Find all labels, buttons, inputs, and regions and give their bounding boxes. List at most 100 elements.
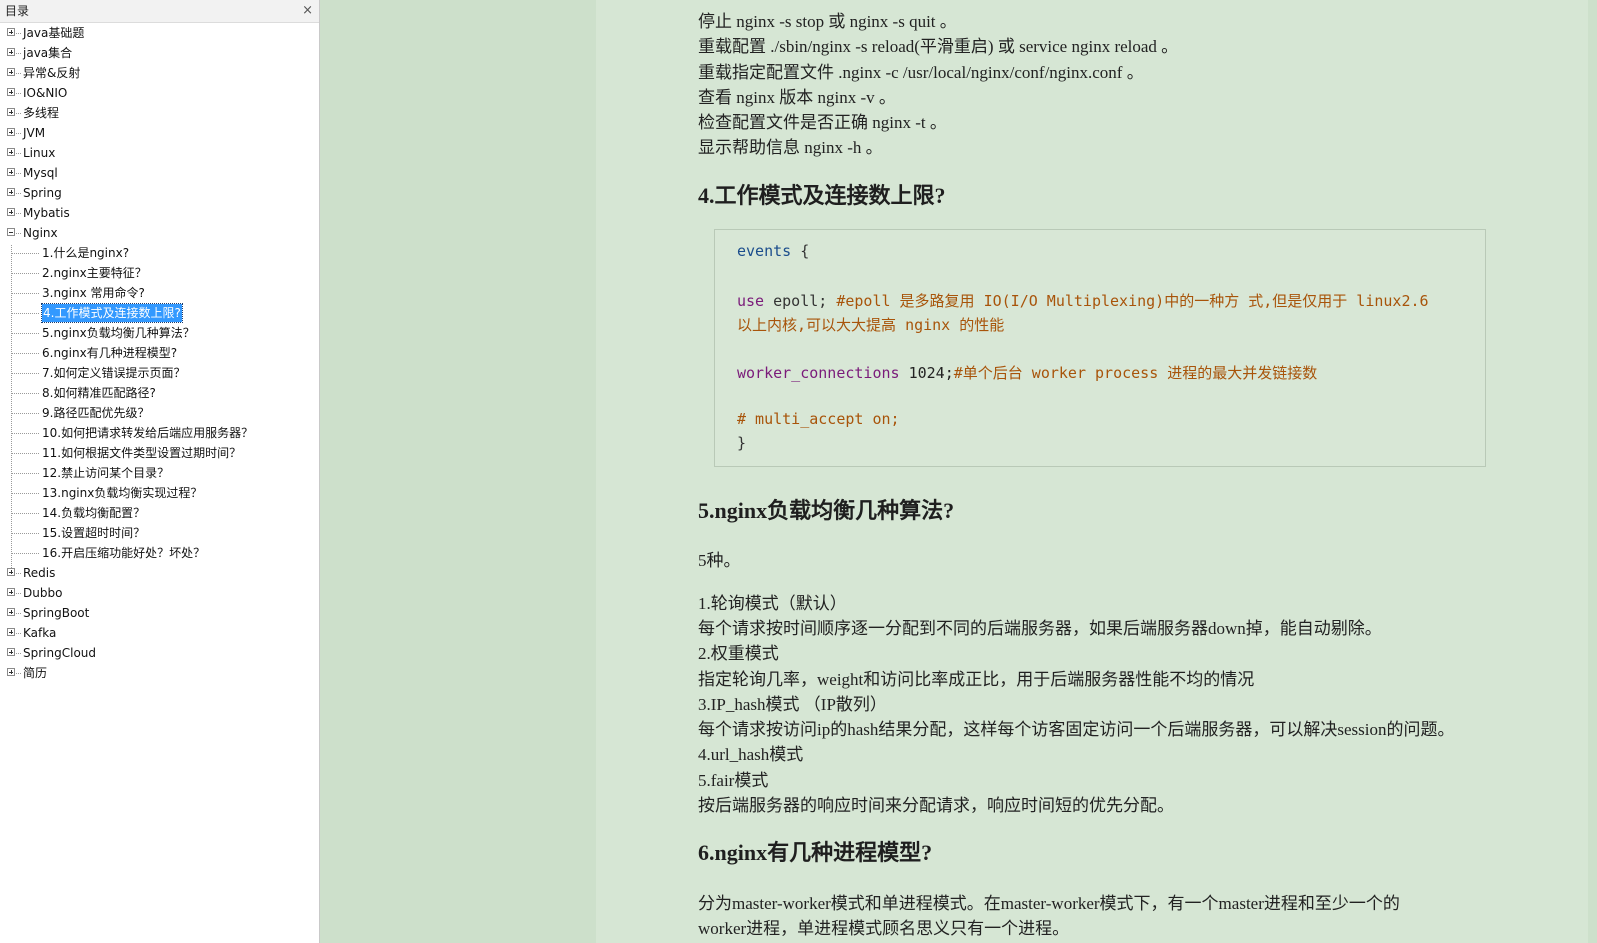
collapse-icon[interactable] xyxy=(7,228,15,236)
toc-item-label: Dubbo xyxy=(23,586,63,600)
toc-subitem-label: 7.如何定义错误提示页面？ xyxy=(42,366,186,380)
toc-subitem[interactable]: 12.禁止访问某个目录？ xyxy=(0,463,319,483)
toc-item-label: JVM xyxy=(23,126,46,140)
toc-subitem[interactable]: 5.nginx负载均衡几种算法？ xyxy=(0,323,319,343)
algorithm-line: 3.IP_hash模式 （IP散列） xyxy=(698,695,887,714)
toc-subitem[interactable]: 8.如何精准匹配路径? xyxy=(0,383,319,403)
algorithm-line: 每个请求按访问ip的hash结果分配，这样每个访客固定访问一个后端服务器，可以解… xyxy=(698,720,1455,739)
toc-item-nginx[interactable]: Nginx xyxy=(0,223,319,243)
toc-item-label: Kafka xyxy=(23,626,57,640)
toc-subitem[interactable]: 6.nginx有几种进程模型? xyxy=(0,343,319,363)
toc-subitem-label: 9.路径匹配优先级？ xyxy=(42,406,150,420)
expand-icon[interactable] xyxy=(7,668,15,676)
toc-subitem[interactable]: 13.nginx负载均衡实现过程？ xyxy=(0,483,319,503)
expand-icon[interactable] xyxy=(7,168,15,176)
toc-subitem-label: 13.nginx负载均衡实现过程？ xyxy=(42,486,203,500)
toc-subitem[interactable]: 11.如何根据文件类型设置过期时间？ xyxy=(0,443,319,463)
toc-item-exceptions[interactable]: 异常&反射 xyxy=(0,63,319,83)
command-line: 查看 nginx 版本 nginx -v 。 xyxy=(698,88,896,107)
toc-tree: Java基础题 java集合 异常&反射 IO&NIO 多线程 JVM Linu… xyxy=(0,23,319,683)
toc-subitem-label: 5.nginx负载均衡几种算法？ xyxy=(42,326,195,340)
toc-item-mybatis[interactable]: Mybatis xyxy=(0,203,319,223)
toc-header: 目录 × xyxy=(0,0,319,23)
code-line: worker_connections 1024;#单个后台 worker pro… xyxy=(737,362,1317,383)
algorithm-line: 按后端服务器的响应时间来分配请求，响应时间短的优先分配。 xyxy=(698,796,1174,815)
code-line: 以上内核,可以大大提高 nginx 的性能 xyxy=(737,314,1004,335)
process-text: worker进程，单进程模式顾名思义只有一个进程。 xyxy=(698,919,1070,938)
toc-item-dubbo[interactable]: Dubbo xyxy=(0,583,319,603)
toc-item-jvm[interactable]: JVM xyxy=(0,123,319,143)
algorithm-line: 5.fair模式 xyxy=(698,771,769,790)
toc-subitem[interactable]: 10.如何把请求转发给后端应用服务器？ xyxy=(0,423,319,443)
toc-subitem[interactable]: 3.nginx 常用命令? xyxy=(0,283,319,303)
expand-icon[interactable] xyxy=(7,628,15,636)
section-heading-5: 5.nginx负载均衡几种算法? xyxy=(698,498,955,523)
toc-item-label: Mybatis xyxy=(23,206,70,220)
command-line: 重载配置 ./sbin/nginx -s reload(平滑重启) 或 serv… xyxy=(698,37,1179,56)
toc-item-io-nio[interactable]: IO&NIO xyxy=(0,83,319,103)
code-text: { xyxy=(791,242,810,260)
expand-icon[interactable] xyxy=(7,88,15,96)
toc-subitem-label: 15.设置超时时间？ xyxy=(42,526,146,540)
code-line: events { xyxy=(737,242,809,260)
toc-subitem[interactable]: 15.设置超时时间？ xyxy=(0,523,319,543)
toc-item-kafka[interactable]: Kafka xyxy=(0,623,319,643)
toc-item-springcloud[interactable]: SpringCloud xyxy=(0,643,319,663)
toc-title: 目录 xyxy=(5,4,30,18)
close-icon[interactable]: × xyxy=(302,0,313,22)
expand-icon[interactable] xyxy=(7,568,15,576)
toc-subitem-selected[interactable]: 4.工作模式及连接数上限? xyxy=(0,303,319,323)
toc-subitem-label: 14.负载均衡配置？ xyxy=(42,506,146,520)
code-comment: # multi_accept on; xyxy=(737,410,900,428)
code-block[interactable]: events { use epoll; #epoll 是多路复用 IO(I/O … xyxy=(714,229,1486,467)
toc-subitem[interactable]: 14.负载均衡配置？ xyxy=(0,503,319,523)
expand-icon[interactable] xyxy=(7,208,15,216)
toc-subitem-label: 10.如何把请求转发给后端应用服务器？ xyxy=(42,426,254,440)
toc-subitem-label: 16.开启压缩功能好处？坏处？ xyxy=(42,546,206,560)
expand-icon[interactable] xyxy=(7,608,15,616)
code-comment: #单个后台 worker process 进程的最大并发链接数 xyxy=(953,364,1318,382)
expand-icon[interactable] xyxy=(7,588,15,596)
toc-item-redis[interactable]: Redis xyxy=(0,563,319,583)
algorithm-count: 5种。 xyxy=(698,551,741,570)
algorithm-line: 每个请求按时间顺序逐一分配到不同的后端服务器，如果后端服务器down掉，能自动剔… xyxy=(698,619,1382,638)
toc-item-java-basics[interactable]: Java基础题 xyxy=(0,23,319,43)
toc-item-label: Spring xyxy=(23,186,62,200)
expand-icon[interactable] xyxy=(7,148,15,156)
toc-item-label: Nginx xyxy=(23,226,58,240)
toc-subitem[interactable]: 7.如何定义错误提示页面？ xyxy=(0,363,319,383)
command-line: 重载指定配置文件 .nginx -c /usr/local/nginx/conf… xyxy=(698,63,1144,82)
section-heading-4: 4.工作模式及连接数上限? xyxy=(698,183,946,208)
toc-subitem-label: 8.如何精准匹配路径? xyxy=(42,386,156,400)
expand-icon[interactable] xyxy=(7,128,15,136)
toc-item-java-collections[interactable]: java集合 xyxy=(0,43,319,63)
code-line: use epoll; #epoll 是多路复用 IO(I/O Multiplex… xyxy=(737,290,1429,311)
toc-item-label: 异常&反射 xyxy=(23,66,81,80)
toc-item-label: 简历 xyxy=(23,666,48,680)
toc-item-spring[interactable]: Spring xyxy=(0,183,319,203)
command-line: 检查配置文件是否正确 nginx -t 。 xyxy=(698,113,947,132)
toc-subitem[interactable]: 2.nginx主要特征？ xyxy=(0,263,319,283)
toc-item-multithreading[interactable]: 多线程 xyxy=(0,103,319,123)
toc-item-mysql[interactable]: Mysql xyxy=(0,163,319,183)
code-line: # multi_accept on; xyxy=(737,410,900,428)
expand-icon[interactable] xyxy=(7,188,15,196)
expand-icon[interactable] xyxy=(7,648,15,656)
toc-item-resume[interactable]: 简历 xyxy=(0,663,319,683)
toc-subitem[interactable]: 9.路径匹配优先级？ xyxy=(0,403,319,423)
toc-subitem[interactable]: 16.开启压缩功能好处？坏处？ xyxy=(0,543,319,563)
expand-icon[interactable] xyxy=(7,48,15,56)
toc-item-label: SpringCloud xyxy=(23,646,97,660)
expand-icon[interactable] xyxy=(7,68,15,76)
expand-icon[interactable] xyxy=(7,108,15,116)
toc-item-linux[interactable]: Linux xyxy=(0,143,319,163)
toc-subitem[interactable]: 1.什么是nginx? xyxy=(0,243,319,263)
command-line: 停止 nginx -s stop 或 nginx -s quit 。 xyxy=(698,12,957,31)
toc-subitem-label: 3.nginx 常用命令? xyxy=(42,286,145,300)
toc-item-springboot[interactable]: SpringBoot xyxy=(0,603,319,623)
code-comment: 以上内核,可以大大提高 nginx 的性能 xyxy=(737,316,1005,334)
toc-subitem-label: 4.工作模式及连接数上限? xyxy=(41,303,183,323)
reader-window: 目录 × Java基础题 java集合 异常&反射 IO&NIO 多线程 JVM… xyxy=(0,0,1597,943)
toc-item-label: IO&NIO xyxy=(23,86,68,100)
expand-icon[interactable] xyxy=(7,28,15,36)
